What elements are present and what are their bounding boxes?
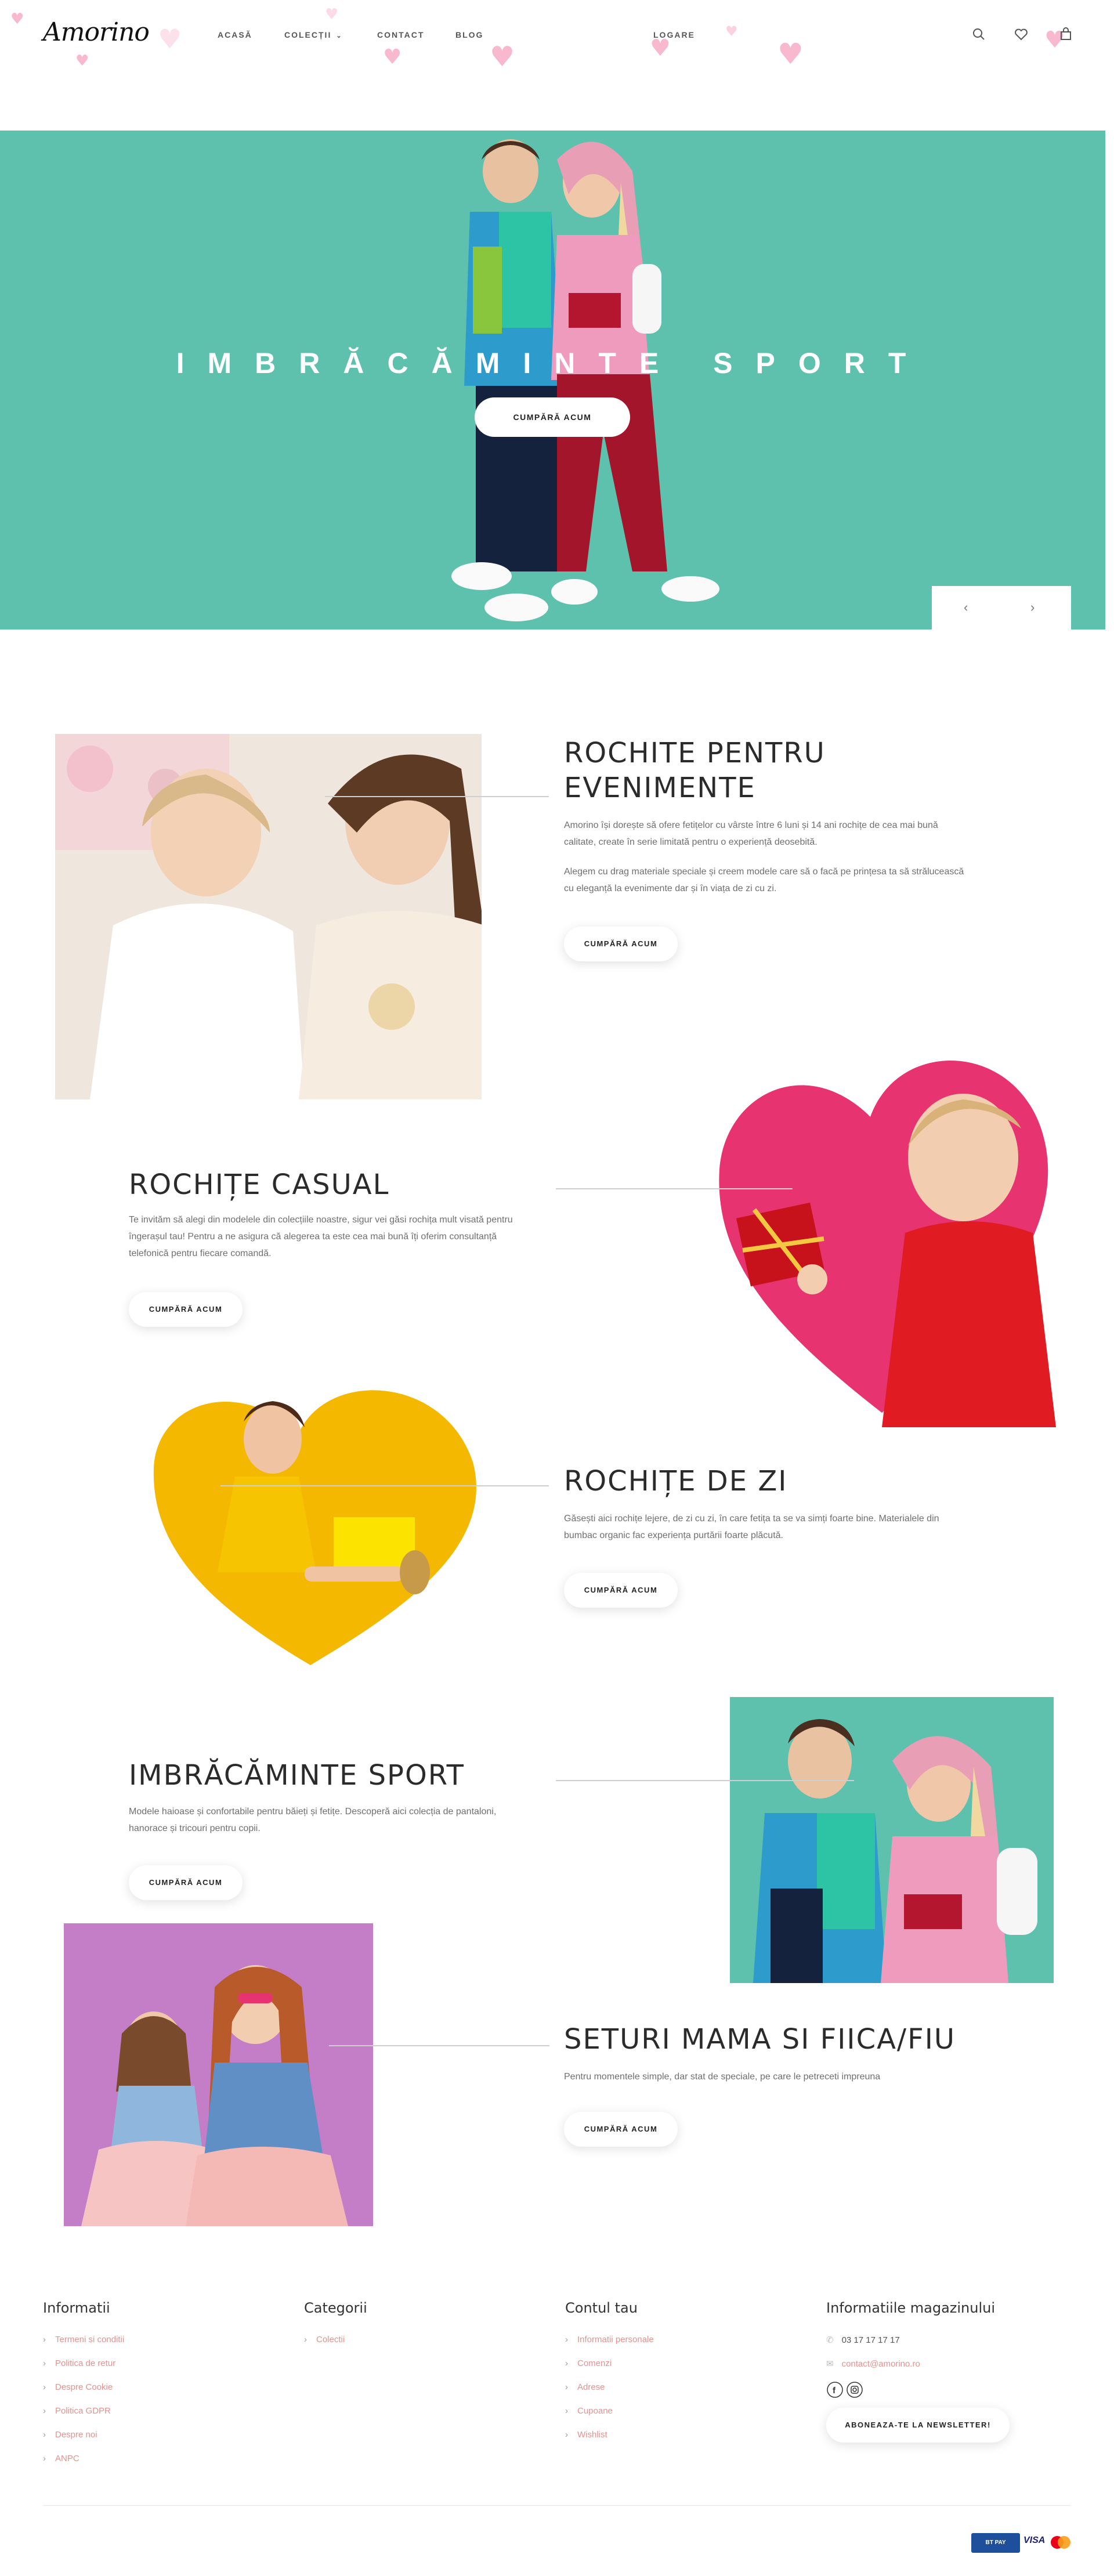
footer-link-about[interactable]: Despre noi <box>43 2430 97 2440</box>
section-divider-line <box>325 796 549 797</box>
visa-logo: VISA <box>1023 2535 1046 2545</box>
footer-phone[interactable]: ✆ 03 17 17 17 17 <box>826 2335 900 2345</box>
section-title-casual: ROCHIȚE CASUAL <box>129 1168 390 1201</box>
section-divider-line <box>556 1780 854 1781</box>
mail-icon: ✉ <box>826 2359 834 2369</box>
section-title-sport: IMBRĂCĂMINTE SPORT <box>129 1759 465 1792</box>
heart-decoration-icon: ♥ <box>777 37 804 71</box>
section-title-day: ROCHIȚE DE ZI <box>564 1465 788 1497</box>
footer-link-returns[interactable]: Politica de retur <box>43 2358 115 2368</box>
sport-clothes-image <box>730 1697 1054 1983</box>
section-title-events: ROCHITE PENTRU EVENIMENTE <box>564 737 826 804</box>
svg-text:f: f <box>833 2386 836 2396</box>
heart-decoration-icon: ♥ <box>325 6 339 23</box>
footer-link-collections[interactable]: Colectii <box>304 2335 345 2345</box>
footer-email-address: contact@amorino.ro <box>841 2359 920 2369</box>
section-text-sets: Pentru momentele simple, dar stat de spe… <box>564 2072 881 2082</box>
login-link[interactable]: LOGARE <box>653 30 695 39</box>
hero-title: IMBRĂCĂMINTE SPORT <box>176 347 929 379</box>
facebook-icon[interactable]: f <box>826 2381 844 2398</box>
footer-link-terms[interactable]: Termeni si conditii <box>43 2335 124 2345</box>
footer-phone-number: 03 17 17 17 17 <box>841 2335 900 2345</box>
events-dresses-image <box>55 734 482 1099</box>
section-text-day: Găsești aici rochițe lejere, de zi cu zi… <box>564 1514 939 1540</box>
shop-events-button[interactable]: CUMPĂRĂ ACUM <box>564 927 678 961</box>
footer-link-addresses[interactable]: Adrese <box>565 2382 605 2392</box>
section-divider-line <box>220 1485 549 1486</box>
footer-link-personal-info[interactable]: Informatii personale <box>565 2335 654 2345</box>
hero-image <box>451 139 719 621</box>
slider-prev-icon[interactable]: ‹ <box>964 600 968 615</box>
footer-link-orders[interactable]: Comenzi <box>565 2358 612 2368</box>
footer-categories-title: Categorii <box>304 2300 367 2316</box>
section-title-sets: SETURI MAMA SI FIICA/FIU <box>564 2023 956 2056</box>
section-text-casual: Te invităm să alegi din modelele din col… <box>129 1215 513 1258</box>
heart-decoration-icon: ♥ <box>158 23 182 55</box>
instagram-icon[interactable] <box>846 2381 863 2398</box>
chevron-down-icon: ⌄ <box>336 32 343 39</box>
newsletter-subscribe-button[interactable]: ABONEAZA-TE LA NEWSLETTER! <box>826 2408 1010 2443</box>
footer-link-coupons[interactable]: Cupoane <box>565 2406 613 2416</box>
heart-decoration-icon: ♥ <box>10 10 24 28</box>
footer-store-info-title: Informatiile magazinului <box>826 2300 996 2316</box>
mother-daughter-sets-image <box>64 1923 373 2226</box>
cart-icon[interactable] <box>1057 26 1075 43</box>
slider-controls: ‹ › <box>932 586 1071 629</box>
nav-blog[interactable]: BLOG <box>455 30 483 39</box>
footer-link-cookie[interactable]: Despre Cookie <box>43 2382 113 2392</box>
footer-info-title: Informatii <box>43 2300 110 2316</box>
hero-slider: IMBRĂCĂMINTE SPORT CUMPĂRĂ ACUM ‹ › <box>0 131 1105 629</box>
heart-decoration-icon: ♥ <box>490 41 515 73</box>
bt-pay-logo: BT PAY <box>971 2533 1020 2553</box>
section-text-events-1: Amorino își dorește să ofere fetițelor c… <box>564 820 938 847</box>
section-text-events-2: Alegem cu drag materiale speciale și cre… <box>564 867 964 893</box>
shop-sets-button[interactable]: CUMPĂRĂ ACUM <box>564 2112 678 2147</box>
section-divider-line <box>556 1188 793 1189</box>
mastercard-logo <box>1049 2534 1072 2550</box>
nav-collections[interactable]: COLECȚII ⌄ <box>284 30 343 39</box>
day-dresses-image <box>142 1375 484 1674</box>
phone-icon: ✆ <box>826 2335 834 2345</box>
search-icon[interactable] <box>970 26 988 43</box>
heart-decoration-icon: ♥ <box>75 52 89 70</box>
footer-divider <box>43 2505 1071 2506</box>
shop-sport-button[interactable]: CUMPĂRĂ ACUM <box>129 1865 243 1900</box>
footer-account-title: Contul tau <box>565 2300 638 2316</box>
heart-decoration-icon: ♥ <box>725 23 738 39</box>
section-divider-line <box>329 2045 549 2046</box>
footer-link-anpc[interactable]: ANPC <box>43 2454 79 2463</box>
nav-collections-label: COLECȚII <box>284 30 332 39</box>
nav-contact[interactable]: CONTACT <box>377 30 424 39</box>
site-logo[interactable]: Amorino <box>43 17 150 47</box>
footer-link-wishlist[interactable]: Wishlist <box>565 2430 607 2440</box>
shop-casual-button[interactable]: CUMPĂRĂ ACUM <box>129 1292 243 1327</box>
section-text-sport: Modele haioase și confortabile pentru bă… <box>129 1807 497 1833</box>
site-header: ♥ ♥ ♥ ♥ ♥ ♥ ♥ ♥ ♥ ♥ Amorino ACASĂ COLECȚ… <box>0 0 1114 73</box>
hero-shop-button[interactable]: CUMPĂRĂ ACUM <box>475 397 630 437</box>
heart-icon[interactable] <box>1012 26 1030 43</box>
heart-decoration-icon: ♥ <box>383 45 402 69</box>
shop-day-button[interactable]: CUMPĂRĂ ACUM <box>564 1573 678 1608</box>
nav-home[interactable]: ACASĂ <box>218 30 252 39</box>
footer-email[interactable]: ✉ contact@amorino.ro <box>826 2358 920 2369</box>
slider-next-icon[interactable]: › <box>1030 600 1035 615</box>
footer-link-gdpr[interactable]: Politica GDPR <box>43 2406 111 2416</box>
casual-dresses-image <box>708 1041 1062 1427</box>
